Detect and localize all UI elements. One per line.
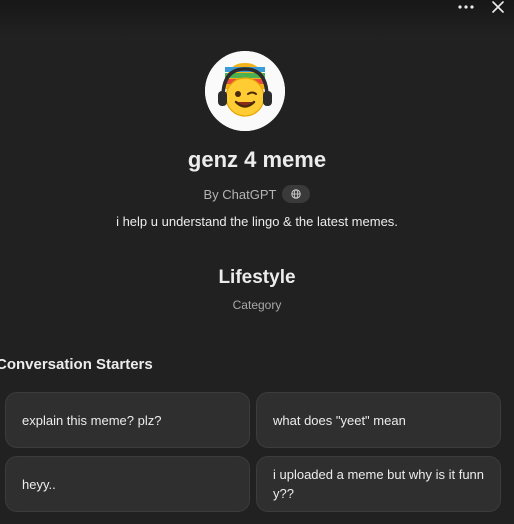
- ellipsis-icon[interactable]: [456, 0, 476, 14]
- category-value: Lifestyle: [218, 267, 296, 288]
- starter-card[interactable]: heyy..: [5, 456, 250, 512]
- conversation-starters-heading: Conversation Starters: [0, 356, 153, 373]
- starter-card[interactable]: i uploaded a meme but why is it funny??: [256, 456, 501, 512]
- close-icon[interactable]: [488, 0, 508, 14]
- globe-badge[interactable]: [282, 185, 311, 203]
- category-label: Category: [232, 298, 282, 312]
- gpt-description: i help u understand the lingo & the late…: [116, 214, 398, 229]
- gpt-byline: By ChatGPT: [0, 185, 514, 203]
- starter-card[interactable]: what does "yeet" mean: [256, 392, 501, 448]
- top-shade: [0, 0, 514, 36]
- byline-text: By ChatGPT: [203, 186, 277, 202]
- emoji-with-headphones-avatar: [205, 51, 285, 131]
- gpt-title: genz 4 meme: [187, 147, 327, 172]
- globe-icon: [291, 189, 302, 199]
- gpt-details-window: genz 4 meme By ChatGPT i help u understa…: [0, 0, 514, 524]
- starter-card[interactable]: explain this meme? plz?: [5, 392, 250, 448]
- window-actions: [456, 0, 508, 14]
- gpt-avatar: [205, 51, 285, 131]
